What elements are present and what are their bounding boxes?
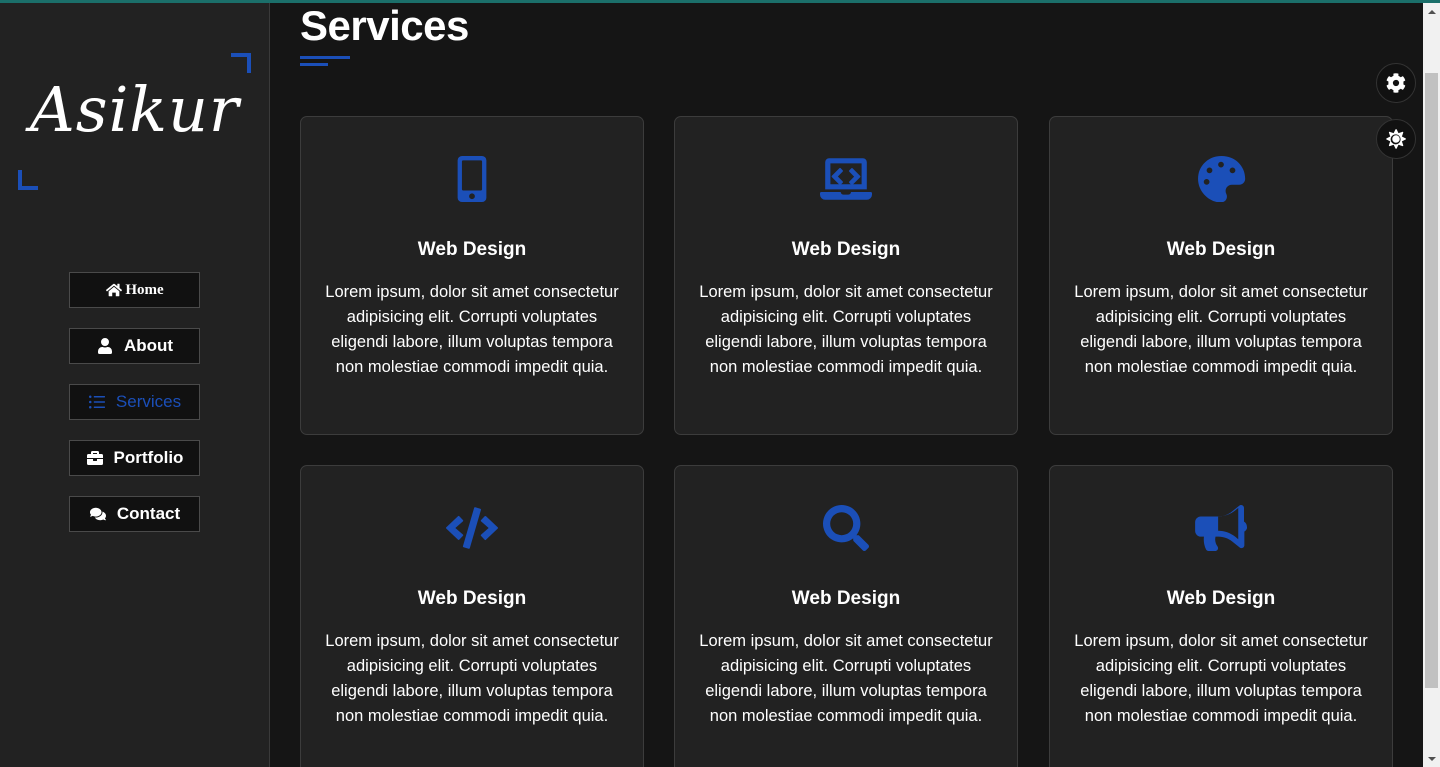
code-icon [301, 504, 643, 552]
comments-icon [89, 506, 107, 522]
service-title: Web Design [1166, 239, 1276, 260]
service-description: Lorem ipsum, dolor sit amet consectetur … [1074, 283, 1368, 376]
service-title: Web Design [1166, 588, 1276, 609]
palette-icon [1050, 155, 1392, 203]
nav-item-home[interactable]: Home [69, 272, 200, 308]
settings-button[interactable] [1376, 63, 1416, 103]
service-description: Lorem ipsum, dolor sit amet consectetur … [699, 283, 993, 376]
bullhorn-icon [1050, 504, 1392, 552]
nav-item-portfolio[interactable]: Portfolio [69, 440, 200, 476]
scroll-up-arrow-icon[interactable] [1423, 3, 1440, 20]
page-title: Services [300, 2, 469, 49]
nav-item-about[interactable]: About [69, 328, 200, 364]
scroll-down-arrow-icon[interactable] [1423, 750, 1440, 767]
user-icon [96, 338, 114, 354]
service-description: Lorem ipsum, dolor sit amet consectetur … [325, 632, 619, 725]
mobile-icon [301, 155, 643, 203]
service-card: Web Design Lorem ipsum, dolor sit amet c… [300, 116, 644, 435]
title-underline [300, 56, 350, 59]
nav-item-contact[interactable]: Contact [69, 496, 200, 532]
service-card: Web Design Lorem ipsum, dolor sit amet c… [300, 465, 644, 767]
logo[interactable]: Asikur [18, 53, 251, 190]
sun-icon [1386, 129, 1406, 149]
service-title: Web Design [791, 588, 901, 609]
nav-label-about: About [123, 336, 174, 355]
services-section: Services Web Design Lorem ipsum, dolor s… [300, 0, 1393, 767]
list-icon [88, 394, 106, 410]
laptop-code-icon [675, 155, 1017, 203]
gear-icon [1386, 73, 1406, 93]
nav-label-services: Services [115, 392, 182, 411]
scrollbar-thumb[interactable] [1425, 73, 1438, 688]
service-card: Web Design Lorem ipsum, dolor sit amet c… [1049, 465, 1393, 767]
service-description: Lorem ipsum, dolor sit amet consectetur … [699, 632, 993, 725]
logo-text: Asikur [30, 73, 240, 146]
service-card: Web Design Lorem ipsum, dolor sit amet c… [1049, 116, 1393, 435]
page-scrollbar[interactable] [1423, 3, 1440, 767]
home-icon [105, 282, 123, 298]
search-icon [675, 504, 1017, 552]
service-title: Web Design [417, 239, 527, 260]
theme-toggle-button[interactable] [1376, 119, 1416, 159]
service-description: Lorem ipsum, dolor sit amet consectetur … [325, 283, 619, 376]
service-title: Web Design [417, 588, 527, 609]
sidebar: Asikur Home About Services Portfolio Con… [0, 3, 270, 767]
service-description: Lorem ipsum, dolor sit amet consectetur … [1074, 632, 1368, 725]
logo-corner-bottom-left [18, 170, 38, 190]
main-nav: Home About Services Portfolio Contact [69, 272, 200, 552]
nav-label-portfolio: Portfolio [113, 448, 184, 467]
service-card: Web Design Lorem ipsum, dolor sit amet c… [674, 116, 1018, 435]
nav-label-home: Home [125, 281, 164, 298]
logo-corner-top-right [231, 53, 251, 73]
briefcase-icon [86, 450, 104, 466]
nav-label-contact: Contact [116, 504, 181, 523]
nav-item-services[interactable]: Services [69, 384, 200, 420]
title-underline-short [300, 63, 328, 66]
service-card: Web Design Lorem ipsum, dolor sit amet c… [674, 465, 1018, 767]
service-title: Web Design [791, 239, 901, 260]
